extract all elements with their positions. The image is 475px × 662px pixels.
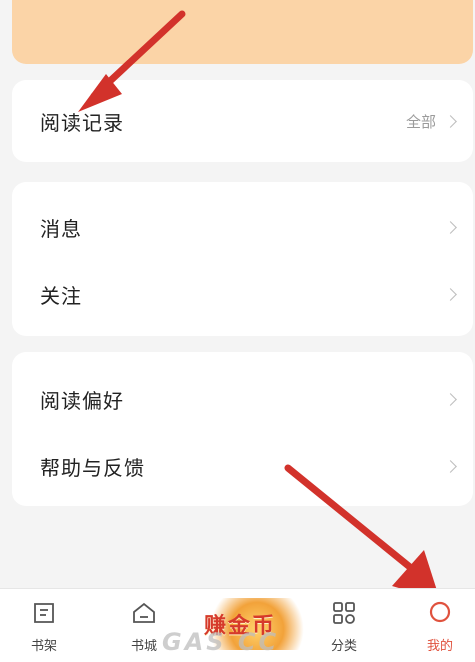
chevron-right-icon (444, 287, 457, 301)
view-all[interactable]: 全部 (405, 111, 457, 132)
annotation-arrow-top (78, 10, 186, 112)
messages-row[interactable]: 消息 (12, 202, 473, 252)
chevron-right-icon (444, 114, 457, 128)
tab-mine[interactable]: 我的 (410, 601, 470, 654)
chevron-right-icon (444, 392, 457, 406)
reading-preference-label: 阅读偏好 (40, 388, 124, 413)
tab-bookshelf-label: 书架 (30, 639, 57, 654)
watermark: GAS CC (162, 628, 280, 656)
messages-follow-card: 消息 关注 (12, 182, 473, 336)
help-feedback-label: 帮助与反馈 (40, 455, 145, 480)
bookshelf-icon (34, 603, 54, 623)
reading-preference-row[interactable]: 阅读偏好 (12, 374, 473, 424)
chevron-right-icon (444, 220, 457, 234)
home-icon (133, 602, 155, 623)
grid-icon (333, 602, 355, 624)
view-all-label: 全部 (405, 112, 436, 131)
tab-category[interactable]: 分类 (314, 601, 374, 654)
follow-row[interactable]: 关注 (12, 269, 473, 319)
messages-label: 消息 (40, 216, 82, 241)
follow-label: 关注 (40, 283, 82, 308)
profile-icon (429, 601, 451, 623)
tab-bookshelf[interactable]: 书架 (14, 601, 74, 654)
tab-category-label: 分类 (330, 639, 357, 654)
tab-mine-label: 我的 (426, 639, 453, 654)
